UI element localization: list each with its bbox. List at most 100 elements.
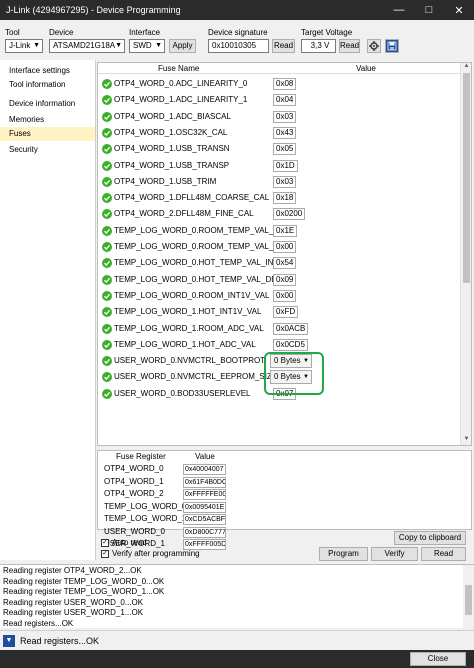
register-row: TEMP_LOG_WORD_1 0xCD5ACBFD bbox=[98, 513, 473, 525]
apply-button[interactable]: Apply bbox=[169, 39, 196, 53]
status-text: Read registers...OK bbox=[20, 635, 100, 646]
chevron-down-icon[interactable]: ▼ bbox=[3, 634, 15, 647]
sidebar-item-security[interactable]: Security bbox=[0, 143, 95, 157]
fuse-name: TEMP_LOG_WORD_1.ROOM_ADC_VAL bbox=[114, 323, 264, 333]
scroll-up-icon[interactable]: ▲ bbox=[461, 63, 471, 72]
register-value-field[interactable]: 0xCD5ACBFD bbox=[183, 514, 226, 525]
fuse-name: OTP4_WORD_1.ADC_BIASCAL bbox=[114, 111, 231, 121]
fuse-value-field[interactable]: 0x09 bbox=[273, 273, 297, 286]
fuse-value-field[interactable]: 0x0200 bbox=[273, 208, 306, 221]
log-line: Reading register TEMP_LOG_WORD_0...OK bbox=[3, 576, 165, 586]
signature-field[interactable]: 0x10010305 bbox=[208, 39, 269, 53]
maximize-button[interactable]: □ bbox=[414, 0, 444, 20]
chevron-down-icon: ▼ bbox=[155, 42, 162, 49]
fuse-row: TEMP_LOG_WORD_1.ROOM_ADC_VAL 0x0ACB bbox=[98, 321, 461, 337]
fuse-name: TEMP_LOG_WORD_0.ROOM_INT1V_VAL bbox=[114, 290, 270, 300]
fuse-name: OTP4_WORD_2.DFLL48M_FINE_CAL bbox=[114, 209, 254, 219]
settings-button[interactable] bbox=[367, 39, 381, 53]
auto-read-checkbox[interactable]: ✓ Auto read bbox=[101, 538, 147, 547]
device-select[interactable]: ATSAMD21G18A ▼ bbox=[49, 39, 125, 53]
scroll-down-icon[interactable]: ▼ bbox=[461, 436, 471, 445]
fuse-value-field[interactable]: 0x43 bbox=[273, 126, 297, 139]
tool-select[interactable]: J-Link ▼ bbox=[5, 39, 43, 53]
register-value-field[interactable]: 0xFFFFFE00 bbox=[183, 489, 226, 500]
register-value-field[interactable]: 0x61F4B0DC bbox=[183, 476, 226, 488]
toolbar: Tool J-Link ▼ Device ATSAMD21G18A ▼ Inte… bbox=[0, 20, 474, 60]
checkmark-circle-icon bbox=[102, 127, 112, 138]
fuse-value-field[interactable]: 0x00 bbox=[273, 289, 297, 302]
register-name: OTP4_WORD_2 bbox=[104, 489, 164, 498]
fuse-value-field[interactable]: 0x54 bbox=[273, 257, 297, 270]
fuse-name: TEMP_LOG_WORD_0.HOT_TEMP_VAL_INT bbox=[114, 258, 279, 268]
register-value-column-header: Value bbox=[195, 452, 215, 461]
verify-button[interactable]: Verify bbox=[371, 547, 418, 561]
log-line: Reading register TEMP_LOG_WORD_1...OK bbox=[3, 587, 165, 596]
footer: Close bbox=[0, 650, 474, 668]
checkmark-circle-icon bbox=[102, 388, 112, 399]
sidebar-item-tool-information[interactable]: Tool information bbox=[0, 78, 95, 92]
fuse-value-field[interactable]: 0x00 bbox=[273, 241, 297, 253]
fuse-value-field[interactable]: 0x18 bbox=[273, 192, 297, 205]
checkmark-circle-icon bbox=[102, 323, 112, 334]
fuse-value-field[interactable]: 0x0CD5 bbox=[273, 338, 308, 351]
read-voltage-button[interactable]: Read bbox=[339, 39, 360, 53]
fuse-table-scrollbar[interactable]: ▲ ▼ bbox=[460, 63, 471, 445]
fuse-value-field[interactable]: 0x04 bbox=[273, 94, 297, 107]
fuse-row: TEMP_LOG_WORD_0.ROOM_TEMP_VAL_INT 0x1E bbox=[98, 223, 461, 239]
fuse-name: OTP4_WORD_1.USB_TRANSN bbox=[114, 144, 230, 154]
fuse-row: OTP4_WORD_1.ADC_LINEARITY_1 0x04 bbox=[98, 92, 461, 108]
read-signature-button[interactable]: Read bbox=[272, 39, 295, 53]
interface-select[interactable]: SWD ▼ bbox=[129, 39, 165, 53]
checkmark-icon: ✓ bbox=[101, 538, 109, 547]
close-button[interactable]: Close bbox=[410, 652, 466, 666]
register-row: OTP4_WORD_2 0xFFFFFE00 bbox=[98, 488, 473, 500]
floppy-disk-icon bbox=[387, 41, 397, 51]
fuse-table: Fuse Name Value OTP4_WORD_0.ADC_LINEARIT… bbox=[97, 62, 472, 446]
checkmark-circle-icon bbox=[102, 160, 112, 171]
fuse-value-field[interactable]: 0x1E bbox=[273, 224, 298, 237]
verify-after-programming-checkbox[interactable]: ✓ Verify after programming bbox=[101, 549, 200, 558]
fuse-value-column-header: Value bbox=[356, 64, 376, 73]
fuse-value-field[interactable]: 0x1D bbox=[273, 159, 298, 172]
chevron-down-icon: ▼ bbox=[33, 42, 40, 49]
log-scrollbar[interactable] bbox=[463, 565, 474, 628]
status-bar: ▼ Read registers...OK bbox=[0, 630, 474, 650]
checkmark-circle-icon bbox=[102, 111, 112, 122]
checkmark-circle-icon bbox=[102, 193, 112, 204]
scrollbar-thumb[interactable] bbox=[463, 73, 470, 283]
fuse-value-field[interactable]: 0x03 bbox=[273, 175, 297, 188]
sidebar-item-fuses[interactable]: Fuses bbox=[0, 127, 95, 141]
register-value-field[interactable]: 0x0095401E bbox=[183, 501, 226, 513]
tool-label: Tool bbox=[5, 28, 20, 37]
read-button[interactable]: Read bbox=[421, 547, 466, 561]
checkmark-circle-icon bbox=[102, 339, 112, 350]
copy-to-clipboard-button[interactable]: Copy to clipboard bbox=[394, 531, 466, 545]
fuse-value-field[interactable]: 0x0ACB bbox=[273, 322, 309, 335]
voltage-field[interactable]: 3,3 V bbox=[301, 39, 336, 53]
fuse-row: TEMP_LOG_WORD_0.ROOM_INT1V_VAL 0x00 bbox=[98, 288, 461, 304]
sidebar-item-interface-settings[interactable]: Interface settings bbox=[0, 64, 95, 78]
signature-label: Device signature bbox=[208, 28, 268, 37]
close-window-button[interactable]: ✕ bbox=[444, 0, 474, 20]
fuse-value-field[interactable]: 0xFD bbox=[273, 306, 299, 319]
fuse-name: OTP4_WORD_0.ADC_LINEARITY_0 bbox=[114, 79, 248, 88]
register-name: OTP4_WORD_0 bbox=[104, 464, 164, 473]
register-value-field[interactable]: 0x40004007 bbox=[183, 464, 226, 475]
checkmark-circle-icon bbox=[102, 79, 112, 89]
register-row: TEMP_LOG_WORD_0 0x0095401E bbox=[98, 501, 473, 513]
minimize-button[interactable]: — bbox=[384, 0, 414, 20]
fuse-name: USER_WORD_0.BOD33USERLEVEL bbox=[114, 388, 251, 398]
log-line: Reading register USER_WORD_0...OK bbox=[3, 597, 144, 607]
log-line: Reading register OTP4_WORD_2...OK bbox=[3, 566, 142, 575]
sidebar-item-memories[interactable]: Memories bbox=[0, 113, 95, 127]
register-name: TEMP_LOG_WORD_0 bbox=[104, 501, 187, 511]
fuse-name: USER_WORD_0.NVMCTRL_BOOTPROT bbox=[114, 356, 266, 366]
checkmark-circle-icon bbox=[102, 372, 112, 383]
sidebar-item-device-information[interactable]: Device information bbox=[0, 97, 95, 111]
fuse-value-field[interactable]: 0x08 bbox=[273, 78, 297, 90]
fuse-value-field[interactable]: 0x05 bbox=[273, 143, 297, 156]
save-button[interactable] bbox=[385, 39, 399, 53]
fuse-value-field[interactable]: 0x03 bbox=[273, 110, 297, 123]
scrollbar-thumb[interactable] bbox=[465, 585, 472, 615]
program-button[interactable]: Program bbox=[319, 547, 368, 561]
